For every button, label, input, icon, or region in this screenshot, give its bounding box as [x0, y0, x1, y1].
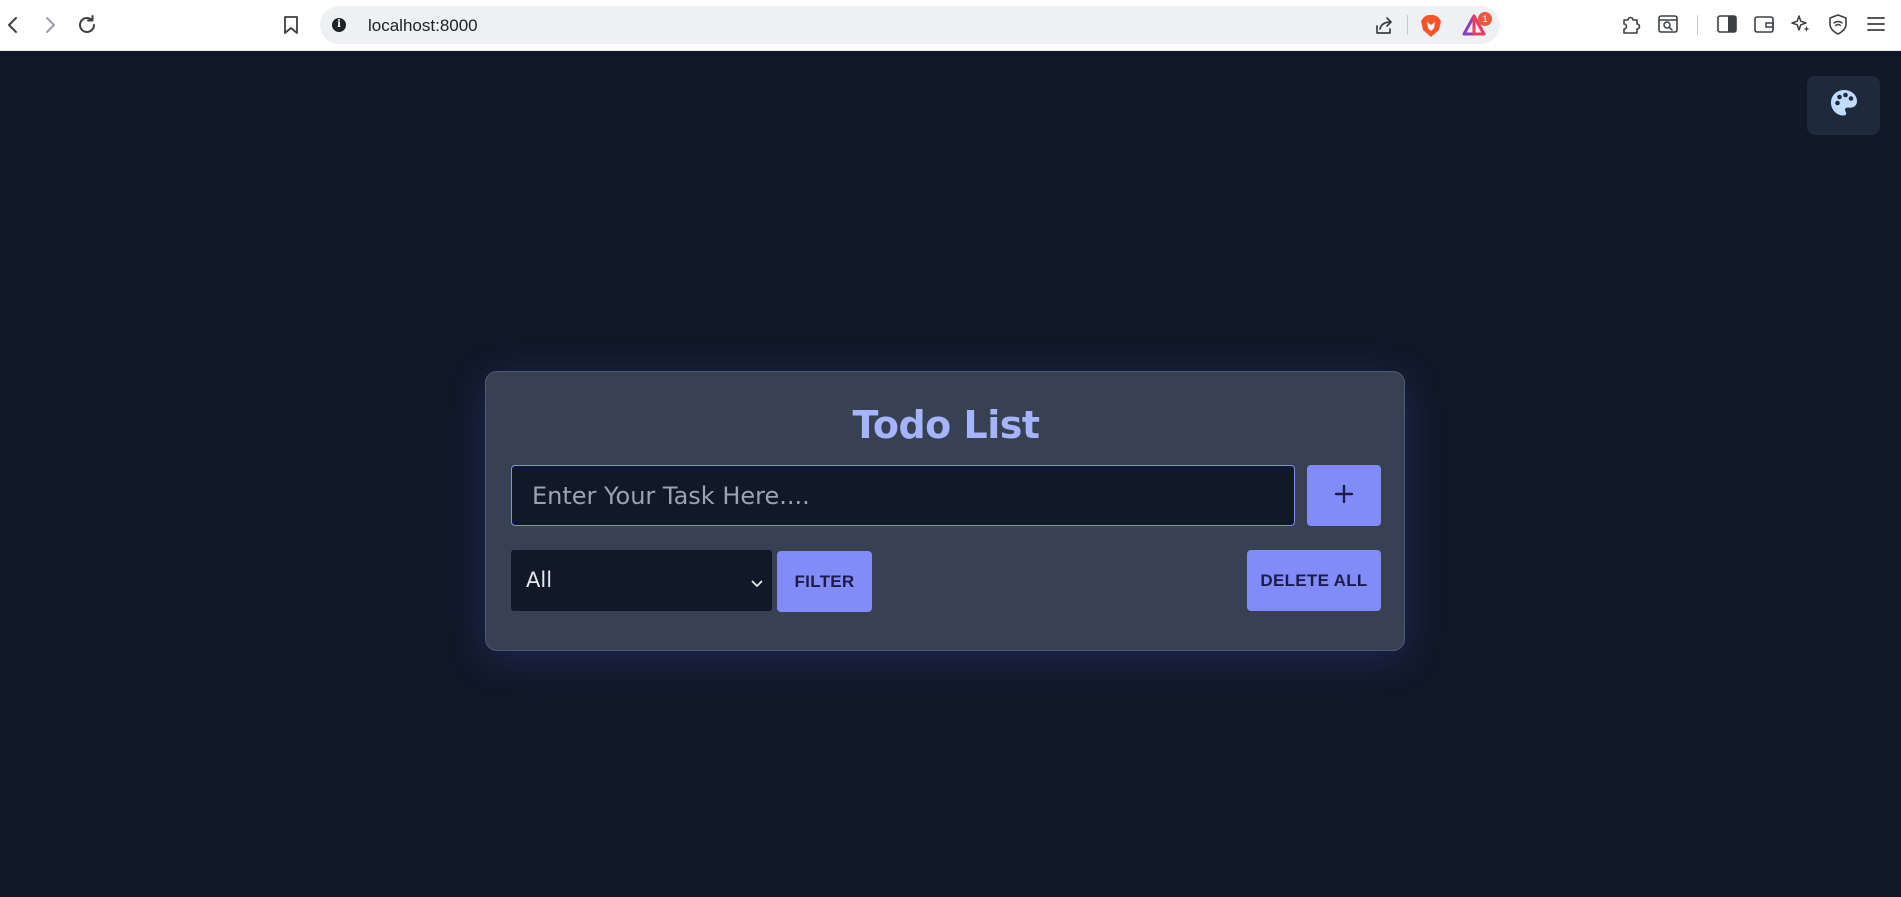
filter-select-value: All — [526, 568, 553, 592]
filter-button[interactable]: FILTER — [777, 551, 872, 612]
chevron-down-icon — [751, 575, 763, 593]
delete-all-button[interactable]: DELETE ALL — [1247, 550, 1381, 611]
theme-toggle-button[interactable] — [1807, 76, 1880, 135]
tab-search-icon[interactable] — [1657, 13, 1679, 35]
address-bar[interactable]: i localhost:8000 1 — [320, 6, 1500, 44]
palette-icon — [1829, 88, 1859, 123]
brave-shields-icon[interactable] — [1420, 14, 1442, 38]
back-icon[interactable] — [0, 12, 26, 38]
wallet-icon[interactable] — [1753, 13, 1775, 35]
browser-toolbar: i localhost:8000 1 — [0, 0, 1901, 51]
address-divider — [1407, 15, 1408, 35]
rewards-badge: 1 — [1478, 12, 1492, 26]
toolbar-divider — [1697, 15, 1698, 35]
reload-icon[interactable] — [74, 12, 100, 38]
menu-icon[interactable] — [1865, 13, 1887, 35]
plus-icon — [1333, 483, 1355, 508]
leo-ai-icon[interactable] — [1790, 13, 1812, 35]
brave-rewards-icon[interactable]: 1 — [1462, 12, 1492, 36]
site-info-icon[interactable]: i — [332, 18, 346, 32]
task-input[interactable] — [511, 465, 1295, 526]
vpn-icon[interactable] — [1827, 13, 1849, 35]
page-title: Todo List — [852, 403, 1040, 447]
forward-icon[interactable] — [37, 12, 63, 38]
add-task-button[interactable] — [1307, 465, 1381, 526]
url-text[interactable]: localhost:8000 — [368, 16, 478, 36]
share-icon[interactable] — [1374, 16, 1394, 36]
filter-select[interactable]: All — [511, 550, 772, 611]
sidebar-icon[interactable] — [1716, 13, 1738, 35]
extensions-icon[interactable] — [1620, 13, 1642, 35]
bookmark-icon[interactable] — [278, 12, 304, 38]
todo-card: Todo List All FILTER DELETE ALL — [485, 371, 1405, 651]
